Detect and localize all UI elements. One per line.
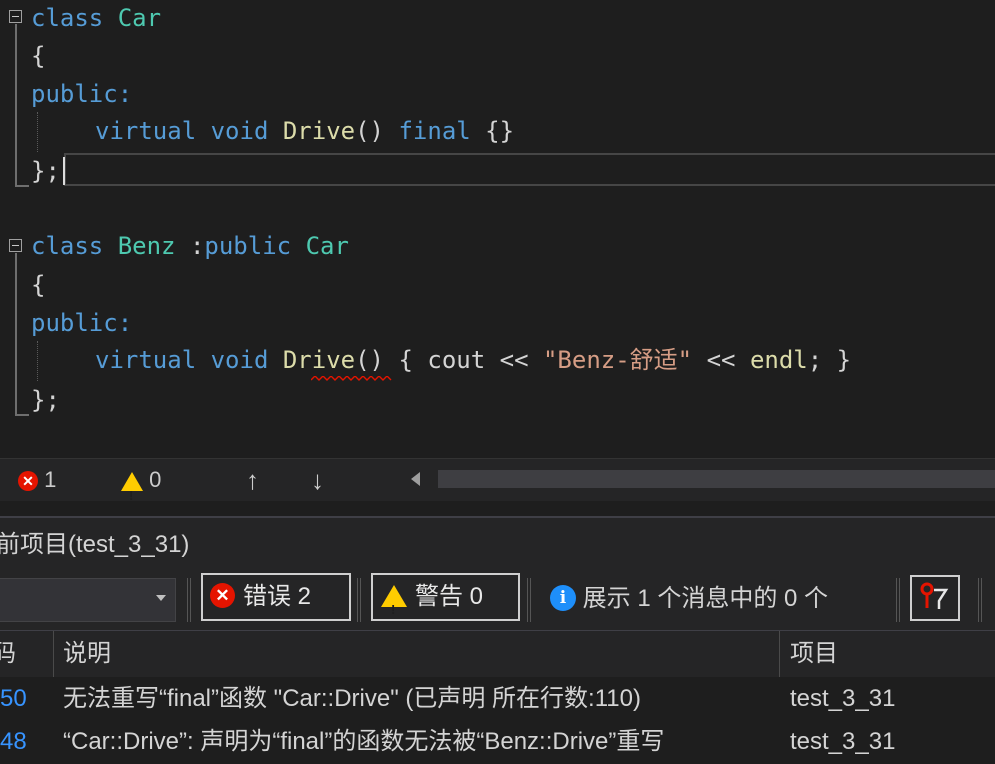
parens: () <box>355 346 385 374</box>
operator: << <box>499 346 529 374</box>
code-line-3: public: <box>31 76 132 112</box>
brace: { <box>31 42 46 70</box>
error-description: “Car::Drive”: 声明为“final”的函数无法被“Benz::Dri… <box>63 728 665 755</box>
access-specifier: public: <box>31 309 133 337</box>
error-list-toolbar: ✕ 错误 2 警告 0 i 展示 1 个消息中的 0 个 <box>0 570 995 632</box>
error-project: test_3_31 <box>790 728 896 755</box>
keyword: class <box>31 232 104 260</box>
code-line-10: }; <box>31 382 60 418</box>
table-row[interactable]: 48 “Car::Drive”: 声明为“final”的函数无法被“Benz::… <box>0 720 995 762</box>
x-circle-icon: ✕ <box>210 583 235 609</box>
indent-guide <box>37 112 38 152</box>
collapse-class-benz-icon[interactable] <box>9 239 22 252</box>
build-intellisense-filter-button[interactable] <box>910 575 960 621</box>
code-line-2: { <box>31 38 45 74</box>
scope-title: 前项目(test_3_31) <box>0 531 190 558</box>
class-name: Car <box>117 4 162 32</box>
statement-end: ; } <box>807 346 852 374</box>
toolbar-separator <box>527 578 531 622</box>
code-line-9: virtual void Drive() { cout << "Benz-舒适"… <box>95 342 851 378</box>
warnings-filter-label: 警告 0 <box>415 583 484 610</box>
column-header-code[interactable]: 码 <box>0 631 16 677</box>
scroll-left-icon[interactable] <box>411 472 420 486</box>
brace: }; <box>31 157 60 185</box>
error-list-scope-bar: 前项目(test_3_31) <box>0 516 995 572</box>
function-name: Drive <box>282 117 356 145</box>
scope-guide <box>15 253 17 416</box>
table-row[interactable]: 50 无法重写“final”函数 "Car::Drive" (已声明 所在行数:… <box>0 677 995 719</box>
error-squiggle <box>311 376 392 381</box>
error-count-indicator[interactable]: ✕ 1 <box>18 459 56 501</box>
class-name: Benz <box>117 232 176 260</box>
current-line-highlight <box>64 153 995 186</box>
keyword: virtual <box>95 346 197 374</box>
warning-count: 0 <box>149 467 162 492</box>
keyword: void <box>210 117 269 145</box>
next-issue-button[interactable]: ↓ <box>311 459 324 501</box>
code-line-7: { <box>31 267 45 303</box>
previous-issue-button[interactable]: ↑ <box>246 459 259 501</box>
scope-guide-end <box>15 185 29 187</box>
toolbar-separator <box>978 578 982 622</box>
error-project: test_3_31 <box>790 685 896 712</box>
warning-triangle-icon <box>381 584 407 632</box>
text-caret <box>63 157 65 185</box>
identifier: cout <box>427 346 486 374</box>
code-line-6: class Benz :public Car <box>31 228 349 264</box>
arrow-up-icon: ↑ <box>246 465 259 495</box>
warning-count-indicator[interactable]: 0 <box>121 459 162 517</box>
toolbar-separator <box>357 578 361 622</box>
operator: << <box>706 346 736 374</box>
keyword: final <box>398 117 471 145</box>
error-code: 48 <box>0 728 27 755</box>
keyword: class <box>31 4 104 32</box>
errors-filter-label: 错误 2 <box>243 583 312 610</box>
warnings-filter-button[interactable]: 警告 0 <box>371 573 520 632</box>
arrow-down-icon: ↓ <box>311 465 324 495</box>
column-separator[interactable] <box>53 631 54 677</box>
keyword: virtual <box>95 117 197 145</box>
function-name: Drive <box>282 346 356 374</box>
scope-dropdown[interactable] <box>0 578 176 622</box>
code-line-4: virtual void Drive() final {} <box>95 113 514 149</box>
toolbar-separator <box>896 578 900 622</box>
messages-filter-button[interactable]: i 展示 1 个消息中的 0 个 <box>550 570 828 628</box>
body: {} <box>485 117 515 145</box>
parens: () <box>355 117 385 145</box>
code-line-1: class Car <box>31 0 161 36</box>
code-line-8: public: <box>31 305 132 341</box>
base-class-name: Car <box>305 232 349 260</box>
error-description: 无法重写“final”函数 "Car::Drive" (已声明 所在行数:110… <box>63 685 641 712</box>
errors-filter-button[interactable]: ✕ 错误 2 <box>201 573 351 621</box>
brace: { <box>398 346 413 374</box>
keyword: void <box>210 346 269 374</box>
scope-guide <box>15 24 17 187</box>
filter-icon <box>920 582 949 609</box>
messages-filter-label: 展示 1 个消息中的 0 个 <box>582 585 829 612</box>
chevron-down-icon <box>156 595 166 601</box>
keyword: public <box>204 232 292 260</box>
column-header-description[interactable]: 说明 <box>63 631 111 677</box>
access-specifier: public: <box>31 80 133 108</box>
column-separator[interactable] <box>779 631 780 677</box>
horizontal-scrollbar[interactable] <box>438 470 995 488</box>
warning-triangle-icon <box>121 471 143 517</box>
error-count: 1 <box>44 467 57 492</box>
x-circle-icon: ✕ <box>18 471 38 492</box>
code-editor[interactable]: class Car { public: virtual void Drive()… <box>0 0 995 458</box>
indent-guide <box>37 341 38 381</box>
colon: : <box>189 232 205 260</box>
error-code: 50 <box>0 685 27 712</box>
brace: }; <box>31 386 60 414</box>
code-line-5: }; <box>31 153 60 189</box>
string-literal: "Benz-舒适" <box>542 346 693 374</box>
collapse-class-car-icon[interactable] <box>9 10 22 23</box>
scope-guide-end <box>15 414 29 416</box>
error-table-header: 码 说明 项目 <box>0 630 995 677</box>
column-header-project[interactable]: 项目 <box>790 631 838 677</box>
identifier: endl <box>749 346 808 374</box>
brace: { <box>31 271 46 299</box>
toolbar-separator <box>187 578 191 622</box>
info-icon: i <box>550 584 576 611</box>
